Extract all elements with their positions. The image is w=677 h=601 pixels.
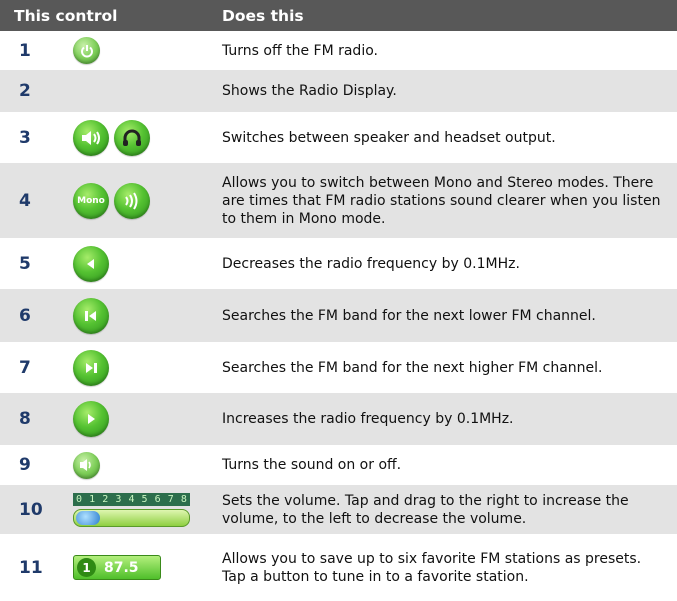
preset-frequency: 87.5 (104, 559, 139, 576)
speaker-icon (73, 119, 109, 156)
volume-knob (76, 510, 100, 525)
step-up-icon (73, 401, 109, 437)
table-row: 2 Shows the Radio Display. (0, 70, 677, 112)
column-header-control: This control (0, 0, 211, 31)
row-description: Decreases the radio frequency by 0.1MHz. (211, 238, 677, 289)
headset-icon (114, 119, 150, 156)
table-row: 10 0 1 2 3 4 5 6 7 8 Sets the volume. Ta… (0, 485, 677, 534)
mono-label: Mono (77, 195, 105, 206)
volume-slider-icon: 0 1 2 3 4 5 6 7 8 (73, 492, 190, 527)
seek-up-icon (73, 349, 109, 386)
row-description: Allows you to save up to six favorite FM… (211, 534, 677, 601)
stereo-icon (114, 182, 150, 219)
preset-button-icon: 1 87.5 (73, 555, 161, 580)
table-row: 3 Switches between speaker and headset o… (0, 112, 677, 163)
row-number: 9 (0, 445, 60, 485)
row-number: 11 (0, 534, 60, 601)
row-number: 1 (0, 31, 60, 70)
row-description: Turns off the FM radio. (211, 31, 677, 70)
row-number: 6 (0, 289, 60, 342)
row-description: Switches between speaker and headset out… (211, 112, 677, 163)
mono-icon: Mono (73, 182, 109, 219)
row-number: 8 (0, 393, 60, 445)
table-row: 8 Increases the radio frequency by 0.1MH… (0, 393, 677, 445)
table-row: 9 Turns the sound on or off. (0, 445, 677, 485)
row-description: Searches the FM band for the next lower … (211, 289, 677, 342)
table-row: 6 Searches the FM band for the next lowe… (0, 289, 677, 342)
column-header-description: Does this (211, 0, 677, 31)
table-row: 7 Searches the FM band for the next high… (0, 342, 677, 393)
row-number: 10 (0, 485, 60, 534)
row-number: 4 (0, 163, 60, 238)
preset-number: 1 (77, 558, 96, 577)
row-number: 7 (0, 342, 60, 393)
row-description: Searches the FM band for the next higher… (211, 342, 677, 393)
power-icon (73, 37, 100, 64)
row-description: Allows you to switch between Mono and St… (211, 163, 677, 238)
row-description: Increases the radio frequency by 0.1MHz. (211, 393, 677, 445)
sound-toggle-icon (73, 451, 100, 479)
row-number: 3 (0, 112, 60, 163)
controls-table: This control Does this 1 Turns off the F… (0, 0, 677, 601)
table-header: This control Does this (0, 0, 677, 31)
step-down-icon (73, 245, 109, 282)
table-row: 11 1 87.5 Allows you to save up to six f… (0, 534, 677, 601)
table-row: 1 Turns off the FM radio. (0, 31, 677, 70)
row-number: 5 (0, 238, 60, 289)
volume-track (73, 508, 190, 527)
table-row: 4 Mono Allows you to switch between Mono… (0, 163, 677, 238)
table-row: 5 Decreases the radio frequency by 0.1MH… (0, 238, 677, 289)
row-description: Turns the sound on or off. (211, 445, 677, 485)
row-description: Sets the volume. Tap and drag to the rig… (211, 485, 677, 534)
row-number: 2 (0, 70, 60, 112)
volume-scale: 0 1 2 3 4 5 6 7 8 (73, 492, 190, 506)
seek-down-icon (73, 297, 109, 334)
row-description: Shows the Radio Display. (211, 70, 677, 112)
